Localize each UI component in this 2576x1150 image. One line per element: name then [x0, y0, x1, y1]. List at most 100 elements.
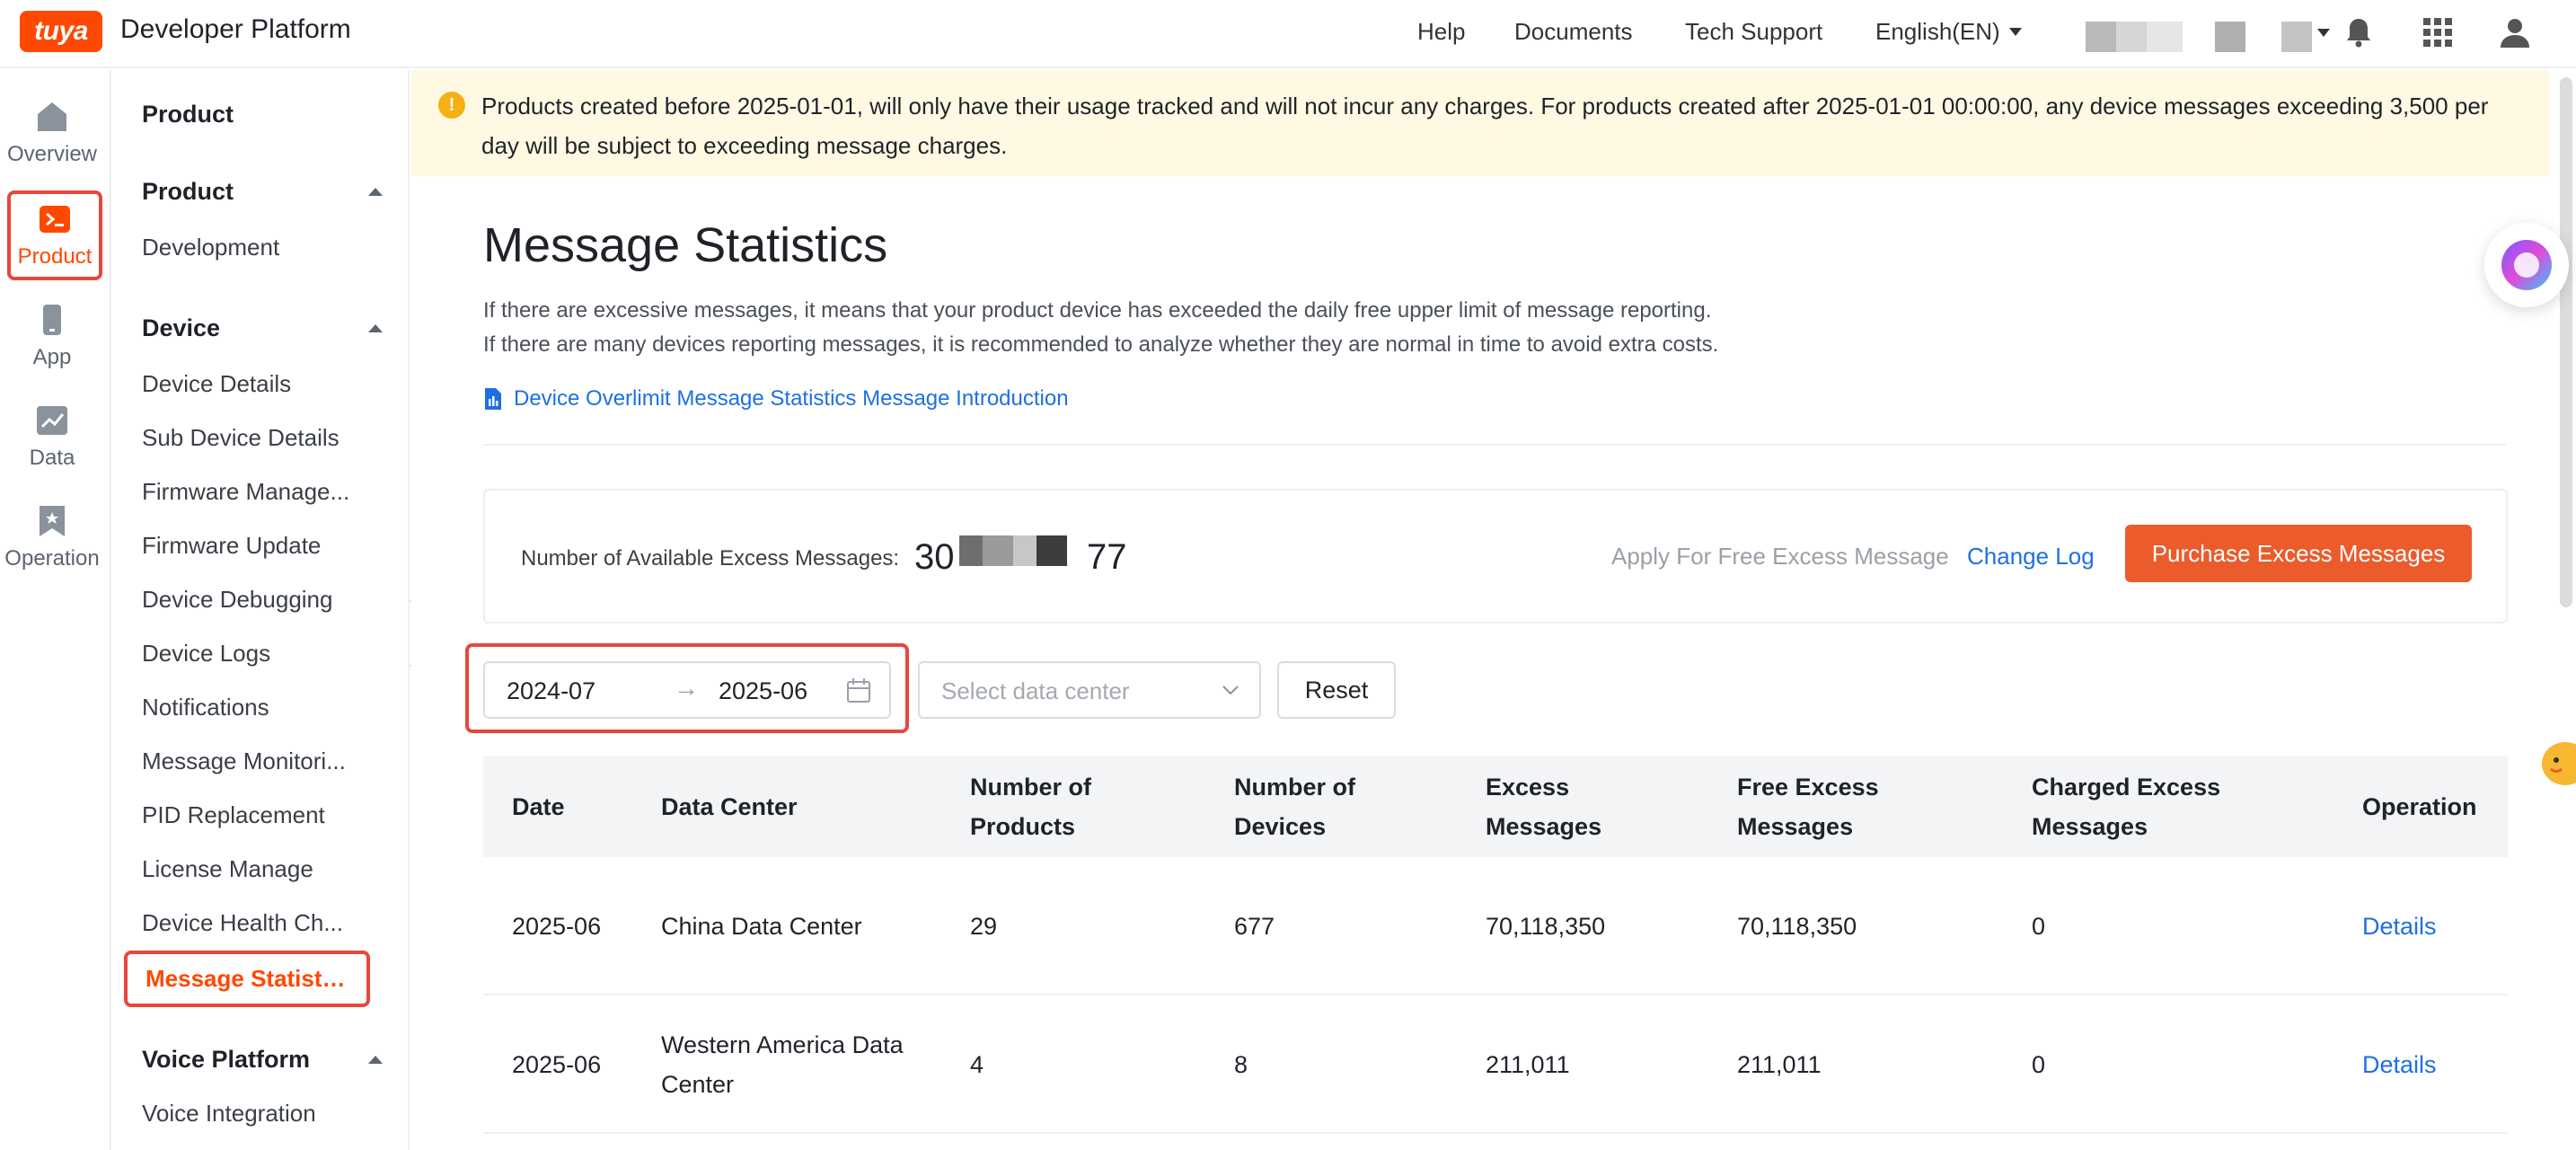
account-redacted [2147, 22, 2183, 52]
column-header-free-excess: Free Excess Messages [1737, 774, 1879, 840]
home-icon [38, 102, 66, 131]
sidebar-item-license-manage[interactable]: License Manage [142, 855, 375, 883]
primary-nav-rail: Overview Product App Data Operation [0, 70, 111, 1150]
ai-orb-icon [2501, 240, 2552, 290]
rail-item-app[interactable]: App [0, 291, 104, 381]
apps-grid-icon[interactable] [2418, 13, 2457, 52]
available-excess-value: 30 [914, 537, 955, 577]
rail-item-operation[interactable]: Operation [0, 492, 104, 582]
secondary-sidebar: Product Product Development Device Devic… [113, 70, 410, 1150]
user-avatar-icon[interactable] [2495, 13, 2535, 52]
sidebar-item-message-monitoring[interactable]: Message Monitori... [142, 748, 375, 775]
cell-charged-excess: 0 [2032, 913, 2046, 940]
help-link[interactable]: Help [1417, 18, 1465, 46]
reset-button[interactable]: Reset [1277, 661, 1396, 719]
account-redacted [2215, 22, 2245, 52]
bookmark-icon [40, 506, 65, 536]
cell-excess-messages: 211,011 [1486, 1051, 1570, 1078]
sidebar-item-voice-integration[interactable]: Voice Integration [142, 1100, 375, 1128]
sidebar-group-product[interactable]: Product [142, 178, 383, 206]
page-scrollbar[interactable] [2560, 77, 2572, 607]
warning-icon: ! [438, 92, 465, 119]
rail-item-overview[interactable]: Overview [0, 88, 104, 178]
cell-devices: 8 [1234, 1051, 1248, 1078]
rail-item-data[interactable]: Data [0, 392, 104, 482]
cell-data-center: Western America Data Center [661, 1031, 904, 1098]
sidebar-group-voice-platform[interactable]: Voice Platform [142, 1046, 383, 1074]
caret-down-icon [2008, 28, 2022, 36]
sidebar-item-firmware-update[interactable]: Firmware Update [142, 532, 375, 560]
cell-products: 29 [970, 913, 998, 940]
rail-item-label: Operation [4, 546, 100, 571]
chart-icon [37, 406, 67, 435]
cell-data-center: China Data Center [661, 913, 862, 940]
sidebar-item-firmware-management[interactable]: Firmware Manage... [142, 478, 375, 506]
sidebar-group-label: Product [142, 178, 234, 205]
purchase-excess-button[interactable]: Purchase Excess Messages [2125, 525, 2472, 582]
sidebar-item-pid-replacement[interactable]: PID Replacement [142, 801, 375, 829]
cell-devices: 677 [1234, 913, 1275, 940]
range-end-value[interactable]: 2025-06 [719, 677, 807, 705]
sidebar-item-device-debugging[interactable]: Device Debugging [142, 586, 375, 614]
account-caret-icon[interactable] [2317, 29, 2330, 37]
language-label: English(EN) [1875, 18, 2000, 45]
column-header-data-center: Data Center [661, 793, 798, 820]
change-log-link[interactable]: Change Log [1967, 543, 2095, 571]
apply-free-excess-link[interactable]: Apply For Free Excess Message [1611, 543, 1949, 571]
main-content: ! Products created before 2025-01-01, wi… [411, 70, 2549, 1150]
rail-item-label: App [32, 345, 72, 369]
terminal-icon [40, 206, 70, 233]
document-icon [485, 388, 501, 410]
page-description-2: If there are many devices reporting mess… [483, 332, 1719, 357]
tech-support-link[interactable]: Tech Support [1685, 18, 1822, 46]
sidebar-item-notifications[interactable]: Notifications [142, 694, 375, 721]
sidebar-item-device-health-check[interactable]: Device Health Ch... [142, 909, 375, 937]
message-introduction-link[interactable]: Device Overlimit Message Statistics Mess… [483, 386, 1069, 411]
column-header-operation: Operation [2362, 793, 2477, 820]
redacted-value [983, 535, 1013, 566]
sidebar-item-device-details[interactable]: Device Details [142, 370, 375, 398]
divider [483, 444, 2506, 446]
documents-link[interactable]: Documents [1514, 18, 1633, 46]
cell-date: 2025-06 [512, 913, 602, 940]
cell-products: 4 [970, 1051, 984, 1078]
rail-item-product[interactable]: Product [7, 190, 102, 280]
charge-notice-banner: ! Products created before 2025-01-01, wi… [411, 70, 2549, 176]
bell-icon[interactable] [2339, 13, 2378, 52]
language-selector[interactable]: English(EN) [1875, 18, 2022, 46]
ai-assistant-button[interactable] [2484, 223, 2569, 307]
table-row: 2025-06 China Data Center 29 677 70,118,… [483, 857, 2508, 995]
caret-up-icon [368, 1056, 383, 1064]
sidebar-item-sub-device-details[interactable]: Sub Device Details [142, 424, 375, 452]
platform-name: Developer Platform [120, 14, 351, 44]
cell-excess-messages: 70,118,350 [1486, 913, 1606, 940]
redacted-value [1037, 535, 1067, 566]
account-redacted [2086, 22, 2116, 52]
column-header-date: Date [512, 793, 565, 820]
cell-free-excess: 70,118,350 [1737, 913, 1857, 940]
table-row: 2025-06 Western America Data Center 4 8 … [483, 995, 2508, 1134]
redacted-value [959, 535, 983, 566]
rail-item-label: Data [29, 446, 75, 470]
mascot-helper-icon[interactable] [2535, 731, 2576, 796]
range-arrow: → [674, 674, 699, 702]
cell-date: 2025-06 [512, 1051, 602, 1078]
date-range-picker[interactable]: 2024-07 → 2025-06 [483, 661, 891, 719]
intro-link-label: Device Overlimit Message Statistics Mess… [514, 386, 1069, 411]
sidebar-item-message-statistics[interactable]: Message Statistics [124, 951, 370, 1007]
excess-messages-card: Number of Available Excess Messages: 30 … [483, 489, 2508, 624]
tuya-logo[interactable]: tuya [20, 11, 102, 52]
top-bar: tuya Developer Platform Help Documents T… [0, 0, 2576, 68]
sidebar-item-development[interactable]: Development [142, 234, 375, 261]
sidebar-item-device-logs[interactable]: Device Logs [142, 640, 375, 668]
page-title: Message Statistics [483, 218, 888, 272]
sidebar-group-device[interactable]: Device [142, 314, 383, 342]
range-start-value[interactable]: 2024-07 [507, 677, 595, 705]
sidebar-title: Product [142, 101, 234, 128]
caret-up-icon [368, 188, 383, 196]
details-link[interactable]: Details [2362, 857, 2488, 995]
data-center-select[interactable]: Select data center [918, 661, 1261, 719]
details-link[interactable]: Details [2362, 995, 2488, 1134]
column-header-devices: Number of Devices [1234, 774, 1355, 840]
data-center-placeholder: Select data center [941, 677, 1130, 704]
